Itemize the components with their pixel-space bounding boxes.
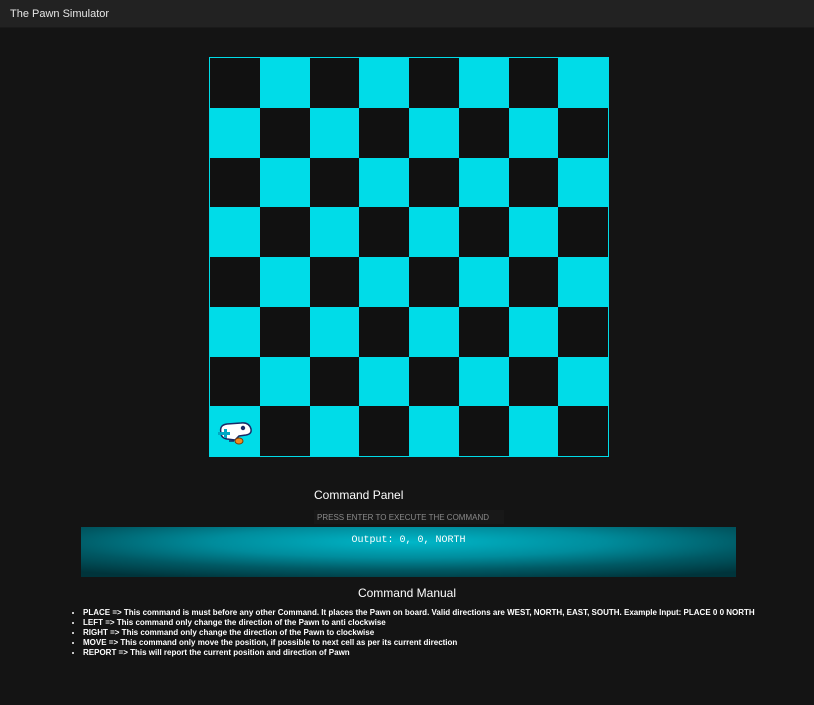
board-cell [458, 58, 509, 108]
board-cell [309, 207, 360, 257]
board-cell [259, 58, 310, 108]
command-manual-title: Command Manual [357, 586, 457, 600]
command-manual-list: PLACE => This command is must before any… [83, 608, 783, 658]
manual-item-move: MOVE => This command only move the posit… [83, 638, 783, 648]
board-cell [458, 107, 509, 158]
board-cell [409, 107, 459, 158]
manual-item-left: LEFT => This command only change the dir… [83, 618, 783, 628]
board-cell [558, 58, 608, 108]
board-cell [409, 306, 459, 357]
board-cell [458, 356, 509, 407]
board-cell [458, 257, 509, 307]
board-cell [210, 157, 260, 208]
board-cell [558, 157, 608, 208]
board-cell [259, 356, 310, 407]
board-cell [558, 257, 608, 307]
board-cell [210, 306, 260, 357]
manual-item-place: PLACE => This command is must before any… [83, 608, 783, 618]
board-cell [409, 157, 459, 208]
board-cell [508, 406, 559, 456]
output-text: Output: 0, 0, NORTH [351, 535, 466, 546]
pawn-icon [215, 417, 255, 447]
board-cell [508, 157, 559, 208]
board-cell [259, 157, 310, 208]
board-cell [210, 58, 260, 108]
board-cell [309, 107, 360, 158]
board-cell [558, 207, 608, 257]
output-panel: Output: 0, 0, NORTH [81, 527, 736, 577]
board-cell [210, 207, 260, 257]
board-cell [508, 356, 559, 407]
board-cell [359, 58, 409, 108]
chess-board [209, 57, 609, 457]
board-cell [259, 107, 310, 158]
board-cell [458, 157, 509, 208]
board-cell [359, 107, 409, 158]
board-cell [409, 207, 459, 257]
board-cell [359, 157, 409, 208]
manual-item-right: RIGHT => This command only change the di… [83, 628, 783, 638]
board-cell [259, 257, 310, 307]
board-cell [409, 356, 459, 407]
window-title: The Pawn Simulator [10, 8, 110, 20]
board-cell [409, 58, 459, 108]
board-cell [458, 406, 509, 456]
board-cell [359, 257, 409, 307]
board-cell [558, 406, 608, 456]
board-cell [458, 306, 509, 357]
board-cell [409, 406, 459, 456]
board-cell [508, 58, 559, 108]
board-cell [210, 107, 260, 158]
board-cell [309, 58, 360, 108]
board-cell [558, 306, 608, 357]
board-cell [210, 257, 260, 307]
board-cell [309, 257, 360, 307]
board-cell [359, 306, 409, 357]
title-bar: The Pawn Simulator [0, 0, 814, 28]
board-cell [359, 406, 409, 456]
board-cell [508, 306, 559, 357]
board-cell [458, 207, 509, 257]
manual-item-report: REPORT => This will report the current p… [83, 648, 783, 658]
board-cell [309, 306, 360, 357]
board-cell [259, 306, 310, 357]
board-cell [259, 406, 310, 456]
command-panel-title: Command Panel [314, 488, 404, 502]
board-cell [508, 107, 559, 158]
board-cell [508, 257, 559, 307]
board-cell [309, 356, 360, 407]
board-cell [259, 207, 310, 257]
board-cell [210, 356, 260, 407]
board-cell [508, 207, 559, 257]
board-cell [359, 207, 409, 257]
command-input[interactable] [314, 510, 504, 524]
board-cell [309, 157, 360, 208]
board-cell [210, 406, 260, 456]
board-cell [409, 257, 459, 307]
board-cell [309, 406, 360, 456]
board-cell [558, 356, 608, 407]
board-cell [558, 107, 608, 158]
board-cell [359, 356, 409, 407]
